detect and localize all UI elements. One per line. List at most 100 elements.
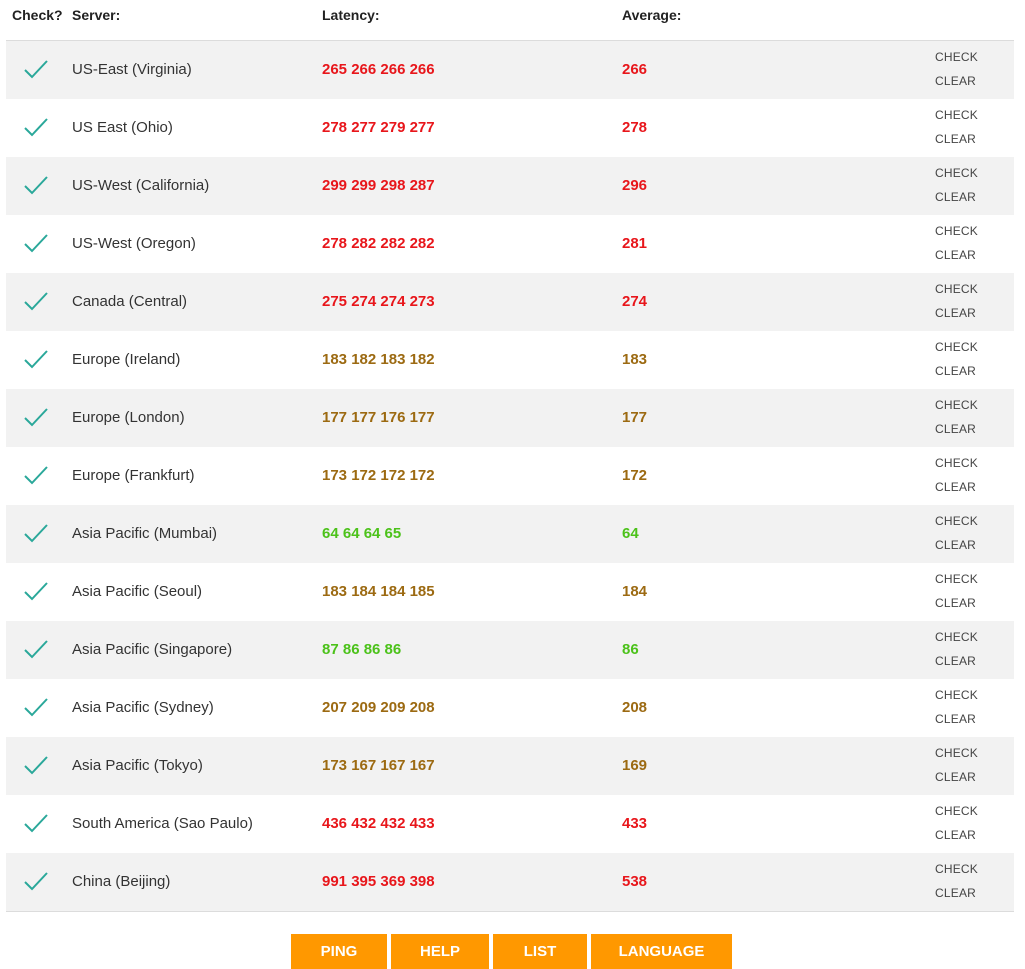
server-row: South America (Sao Paulo) 436 432 432 433… <box>6 795 1014 853</box>
clear-button[interactable]: CLEAR <box>935 248 976 262</box>
clear-button[interactable]: CLEAR <box>935 770 976 784</box>
average-value: 177 <box>622 409 648 426</box>
check-button[interactable]: CHECK <box>935 688 978 702</box>
latency-values: 265 266 266 266 <box>322 61 435 78</box>
clear-button[interactable]: CLEAR <box>935 422 976 436</box>
server-name: China (Beijing) <box>72 873 171 890</box>
average-value: 281 <box>622 235 648 252</box>
server-row: Canada (Central) 275 274 274 273 274 CHECK C… <box>6 273 1014 331</box>
latency-values: 275 274 274 273 <box>322 293 435 310</box>
average-value: 274 <box>622 293 648 310</box>
latency-values: 436 432 432 433 <box>322 815 435 832</box>
checkmark-icon[interactable] <box>24 292 48 312</box>
clear-button[interactable]: CLEAR <box>935 828 976 842</box>
check-button[interactable]: CHECK <box>935 50 978 64</box>
latency-values: 183 182 183 182 <box>322 351 435 368</box>
server-row: US East (Ohio) 278 277 279 277 278 CHECK CLE… <box>6 99 1014 157</box>
average-value: 64 <box>622 525 639 542</box>
check-button[interactable]: CHECK <box>935 514 978 528</box>
average-value: 538 <box>622 873 648 890</box>
clear-button[interactable]: CLEAR <box>935 364 976 378</box>
server-row: US-East (Virginia) 265 266 266 266 266 CHEC… <box>6 41 1014 99</box>
average-value: 183 <box>622 351 648 368</box>
server-row: Asia Pacific (Singapore) 87 86 86 86 86 CHE… <box>6 621 1014 679</box>
server-row: US-West (Oregon) 278 282 282 282 281 CHECK C… <box>6 215 1014 273</box>
average-value: 172 <box>622 467 648 484</box>
checkmark-icon[interactable] <box>24 872 48 892</box>
checkmark-icon[interactable] <box>24 524 48 544</box>
latency-values: 177 177 176 177 <box>322 409 435 426</box>
check-button[interactable]: CHECK <box>935 630 978 644</box>
latency-values: 64 64 64 65 <box>322 525 402 542</box>
check-button[interactable]: CHECK <box>935 340 978 354</box>
checkmark-icon[interactable] <box>24 118 48 138</box>
check-button[interactable]: CHECK <box>935 108 978 122</box>
check-button[interactable]: CHECK <box>935 862 978 876</box>
header-average: Average: <box>622 7 682 23</box>
server-name: Asia Pacific (Seoul) <box>72 583 203 600</box>
server-name: Canada (Central) <box>72 293 188 310</box>
average-value: 208 <box>622 699 648 716</box>
clear-button[interactable]: CLEAR <box>935 596 976 610</box>
average-value: 184 <box>622 583 648 600</box>
server-name: US-West (Oregon) <box>72 235 196 252</box>
check-button[interactable]: CHECK <box>935 166 978 180</box>
latency-values: 299 299 298 287 <box>322 177 435 194</box>
check-button[interactable]: CHECK <box>935 804 978 818</box>
check-button[interactable]: CHECK <box>935 456 978 470</box>
checkmark-icon[interactable] <box>24 176 48 196</box>
server-row: US-West (California) 299 299 298 287 296 CH… <box>6 157 1014 215</box>
ping-button[interactable]: PING <box>291 934 387 969</box>
checkmark-icon[interactable] <box>24 640 48 660</box>
server-name: US-East (Virginia) <box>72 61 192 78</box>
check-button[interactable]: CHECK <box>935 746 978 760</box>
check-button[interactable]: CHECK <box>935 398 978 412</box>
average-value: 86 <box>622 641 639 658</box>
server-name: Asia Pacific (Mumbai) <box>72 525 218 542</box>
clear-button[interactable]: CLEAR <box>935 538 976 552</box>
latency-values: 278 282 282 282 <box>322 235 435 252</box>
server-row: Asia Pacific (Tokyo) 173 167 167 167 169 CH… <box>6 737 1014 795</box>
server-row: China (Beijing) 991 395 369 398 538 CHECK CL… <box>6 853 1014 912</box>
average-value: 278 <box>622 119 648 136</box>
check-button[interactable]: CHECK <box>935 572 978 586</box>
checkmark-icon[interactable] <box>24 582 48 602</box>
server-row: Asia Pacific (Seoul) 183 184 184 185 184 CH… <box>6 563 1014 621</box>
latency-values: 87 86 86 86 <box>322 641 402 658</box>
clear-button[interactable]: CLEAR <box>935 886 976 900</box>
clear-button[interactable]: CLEAR <box>935 190 976 204</box>
language-button[interactable]: LANGUAGE <box>591 934 732 969</box>
help-button[interactable]: HELP <box>391 934 489 969</box>
checkmark-icon[interactable] <box>24 466 48 486</box>
server-row: Asia Pacific (Sydney) 207 209 209 208 208 C… <box>6 679 1014 737</box>
list-button[interactable]: LIST <box>493 934 587 969</box>
clear-button[interactable]: CLEAR <box>935 712 976 726</box>
average-value: 169 <box>622 757 648 774</box>
latency-values: 991 395 369 398 <box>322 873 435 890</box>
clear-button[interactable]: CLEAR <box>935 480 976 494</box>
clear-button[interactable]: CLEAR <box>935 74 976 88</box>
clear-button[interactable]: CLEAR <box>935 132 976 146</box>
clear-button[interactable]: CLEAR <box>935 306 976 320</box>
clear-button[interactable]: CLEAR <box>935 654 976 668</box>
server-list: US-East (Virginia) 265 266 266 266 266 CHEC… <box>6 41 1014 912</box>
checkmark-icon[interactable] <box>24 60 48 80</box>
checkmark-icon[interactable] <box>24 408 48 428</box>
checkmark-icon[interactable] <box>24 234 48 254</box>
table-header: Check? Server: Latency: Average: <box>6 0 1014 41</box>
checkmark-icon[interactable] <box>24 350 48 370</box>
latency-values: 183 184 184 185 <box>322 583 435 600</box>
server-name: Asia Pacific (Sydney) <box>72 699 214 716</box>
server-name: US-West (California) <box>72 177 210 194</box>
check-button[interactable]: CHECK <box>935 282 978 296</box>
server-name: Europe (Frankfurt) <box>72 467 195 484</box>
checkmark-icon[interactable] <box>24 756 48 776</box>
checkmark-icon[interactable] <box>24 814 48 834</box>
server-name: South America (Sao Paulo) <box>72 815 253 832</box>
check-button[interactable]: CHECK <box>935 224 978 238</box>
average-value: 433 <box>622 815 648 832</box>
server-name: Asia Pacific (Tokyo) <box>72 757 203 774</box>
header-server: Server: <box>72 7 121 23</box>
action-bar: PING HELP LIST LANGUAGE <box>291 934 732 969</box>
checkmark-icon[interactable] <box>24 698 48 718</box>
